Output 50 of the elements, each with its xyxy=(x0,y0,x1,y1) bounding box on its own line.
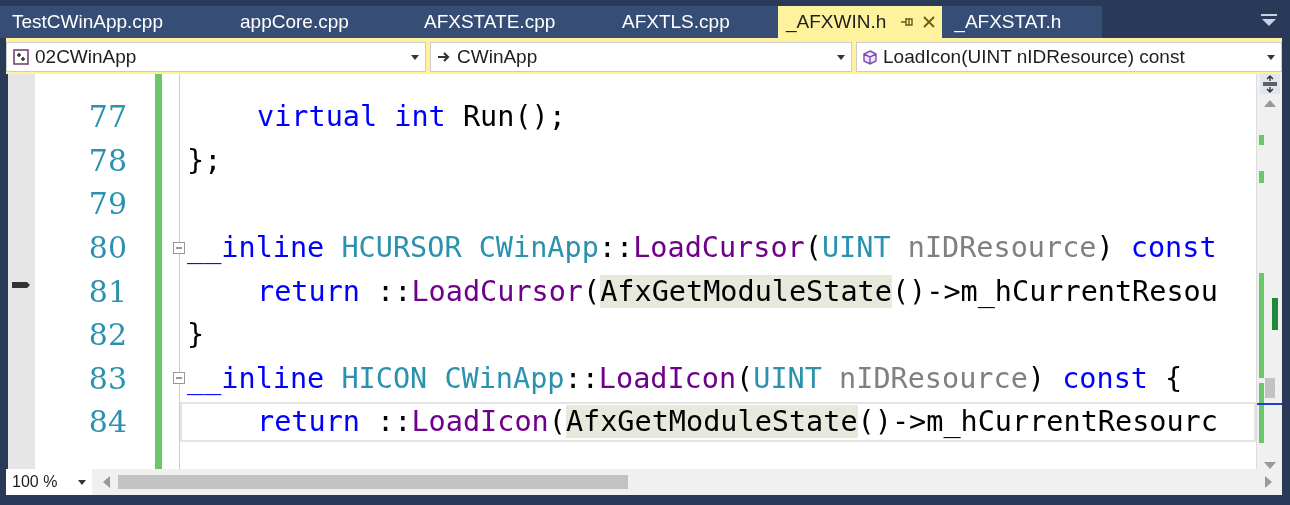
split-icon[interactable] xyxy=(1259,74,1280,94)
file-tab[interactable]: appCore.cpp xyxy=(228,6,412,38)
collapse-icon[interactable] xyxy=(173,241,185,254)
caret-position-marker xyxy=(1257,403,1282,405)
code-line: __inline HICON CWinApp::LoadIcon(UINT nIDResource) const { xyxy=(187,361,1183,395)
zoom-dropdown[interactable]: 100 % xyxy=(6,469,92,495)
file-tab[interactable]: AFXTLS.cpp xyxy=(610,6,778,38)
line-number: 80 xyxy=(88,230,127,266)
scroll-up-icon[interactable] xyxy=(1263,100,1276,107)
file-tab[interactable]: TestCWinApp.cpp xyxy=(0,6,228,38)
scroll-thumb[interactable] xyxy=(1265,378,1275,398)
pin-icon[interactable] xyxy=(900,16,915,28)
caret-icon xyxy=(78,479,86,485)
code-line: return ::LoadCursor(AfxGetModuleState()->m_hCurrentResou xyxy=(256,274,1218,308)
code-line: } xyxy=(187,318,205,352)
caret-icon xyxy=(411,54,419,60)
scroll-right-icon[interactable] xyxy=(1265,476,1272,488)
change-marker xyxy=(1259,383,1264,443)
code-line: __inline HCURSOR CWinApp::LoadCursor(UINT nIDResource) const xyxy=(187,231,1217,265)
scroll-left-icon[interactable] xyxy=(103,476,110,488)
scroll-thumb[interactable] xyxy=(118,475,628,489)
scope-dropdown[interactable]: CWinApp xyxy=(430,42,852,72)
file-tab[interactable]: _AFXWIN.h xyxy=(778,6,943,38)
tab-list-dropdown-icon[interactable] xyxy=(1260,12,1278,28)
line-number: 79 xyxy=(88,186,127,222)
vertical-scrollbar[interactable] xyxy=(1256,74,1282,469)
code-line: }; xyxy=(187,143,222,177)
collapse-icon[interactable] xyxy=(173,372,185,385)
line-number: 83 xyxy=(88,360,127,396)
change-marker xyxy=(1259,171,1264,183)
project-dropdown[interactable]: 02CWinApp xyxy=(6,42,426,72)
line-number: 84 xyxy=(88,404,127,440)
line-number: 81 xyxy=(88,273,127,309)
cube-icon xyxy=(863,49,877,65)
change-marker xyxy=(1259,135,1264,145)
code-line: return ::LoadIcon(AfxGetModuleState()->m_hCurrentResourc xyxy=(256,405,1218,439)
line-number: 82 xyxy=(88,317,127,353)
cursor-marker-icon xyxy=(12,282,30,288)
member-dropdown[interactable]: LoadIcon(UINT nIDResource) const xyxy=(856,42,1282,72)
caret-icon xyxy=(1267,54,1275,60)
file-tab[interactable]: AFXSTATE.cpp xyxy=(412,6,610,38)
line-number: 77 xyxy=(88,99,127,135)
file-tab[interactable]: _AFXSTAT.h xyxy=(942,6,1103,38)
caret-icon xyxy=(837,54,845,60)
code-line: virtual int Run(); xyxy=(256,100,566,134)
arrow-icon xyxy=(437,51,451,63)
project-icon xyxy=(13,49,29,65)
close-icon[interactable] xyxy=(922,15,937,29)
change-marker xyxy=(1272,298,1278,330)
line-number: 78 xyxy=(88,142,127,178)
